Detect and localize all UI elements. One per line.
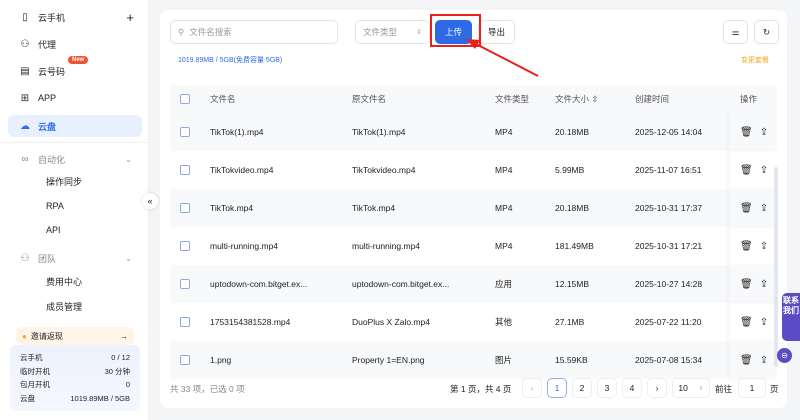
filter-settings-button[interactable]: ⚌ [723,20,748,44]
prev-page-button[interactable]: ‹ [522,378,542,398]
cloud-upload-icon[interactable]: ⇪ [760,279,768,290]
cell: 2025-07-22 11:20 [635,317,702,327]
cell: 20.18MB [555,127,590,137]
cell: 5.99MB [555,165,585,175]
cloud-upload-icon[interactable]: ⇪ [760,317,768,328]
next-page-button[interactable]: › [647,378,667,398]
cell: 2025-10-31 17:21 [635,241,703,251]
cell: MP4 [495,127,513,137]
table-row: 1.png Property 1=EN.png 图片 15.59KB 2025-07-0… [170,341,777,379]
table-row: 1753154381528.mp4 DuoPlus X Zalo.mp4 其他 27.… [170,303,777,341]
refresh-button[interactable]: ↻ [754,20,779,44]
cell: 1.png [210,355,232,365]
row-checkbox[interactable] [180,127,190,137]
cell: uptodown-com.bitget.ex... [210,279,308,289]
row-checkbox[interactable] [180,279,190,289]
table-row: multi-running.mp4 multi-running.mp4 MP4 181… [170,227,777,265]
cloud-upload-icon[interactable]: ⇪ [760,165,768,176]
cloud-upload-icon[interactable]: ⇪ [760,203,768,214]
cell: 20.18MB [555,203,590,213]
chat-icon[interactable]: ⊖ [777,348,792,363]
row-checkbox[interactable] [180,317,190,327]
scrollbar[interactable] [774,167,778,367]
contact-us-button[interactable]: 联系我们 [782,293,800,341]
page-2[interactable]: 2 [572,378,592,398]
sliders-icon: ⚌ [731,26,740,37]
file-table: 文件名 原文件名 文件类型 文件大小 ⇳ 创建时间 操作 TikTok(1).m… [170,85,777,379]
row-checkbox[interactable] [180,241,190,251]
cell: 1753154381528.mp4 [210,317,291,327]
cell: uptodown-com.bitget.ex... [352,279,450,289]
table-row: uptodown-com.bitget.ex... uptodown-com.bi… [170,265,777,303]
cell: TikTok.mp4 [352,203,396,213]
cell: MP4 [495,203,513,213]
delete-icon[interactable]: 🗑 [740,279,753,290]
cloud-upload-icon[interactable]: ⇪ [760,241,768,252]
cell: 图片 [495,355,513,365]
cell: TikTok(1).mp4 [210,127,264,137]
cloud-upload-icon[interactable]: ⇪ [760,127,768,138]
delete-icon[interactable]: 🗑 [740,203,753,214]
cell: 2025-12-05 14:04 [635,127,703,137]
cell: multi-running.mp4 [352,241,421,251]
goto-page-input[interactable]: 1 [738,378,766,398]
select-all-checkbox[interactable] [180,94,190,104]
cell: DuoPlus X Zalo.mp4 [352,317,430,327]
cell: 12.15MB [555,279,590,289]
delete-icon[interactable]: 🗑 [740,241,753,252]
cell: Property 1=EN.png [352,355,425,365]
sort-size-header[interactable]: 文件大小 ⇳ [555,93,599,105]
table-header: 文件名 原文件名 文件类型 文件大小 ⇳ 创建时间 操作 [170,85,777,113]
cell: 2025-11-07 16:51 [635,165,702,175]
pagination-bar: 共 33 项，已选 0 项 第 1 页，共 4 页 ‹ 1 2 3 4 › 10… [170,378,779,400]
page-size-select[interactable]: 10 ⇳ [672,378,710,398]
delete-icon[interactable]: 🗑 [740,127,753,138]
row-checkbox[interactable] [180,165,190,175]
refresh-icon: ↻ [762,26,771,37]
change-plan-link[interactable]: 变更套餐 [741,55,769,65]
cell: 应用 [495,279,513,289]
delete-icon[interactable]: 🗑 [740,355,753,366]
cell: MP4 [495,241,513,251]
cell: 2025-10-27 14:28 [635,279,703,289]
cell: 2025-07-08 15:34 [635,355,703,365]
cell: TikTok.mp4 [210,203,254,213]
delete-icon[interactable]: 🗑 [740,165,753,176]
page-4[interactable]: 4 [622,378,642,398]
cell: MP4 [495,165,513,175]
table-row: TikTokvideo.mp4 TikTokvideo.mp4 MP4 5.99MB 2… [170,151,777,189]
cell: 27.1MB [555,317,585,327]
delete-icon[interactable]: 🗑 [740,317,753,328]
table-row: TikTok(1).mp4 TikTok(1).mp4 MP4 20.18MB 2025… [170,113,777,151]
cell: 181.49MB [555,241,594,251]
page-1[interactable]: 1 [547,378,567,398]
cell: multi-running.mp4 [210,241,279,251]
row-checkbox[interactable] [180,355,190,365]
cell: TikTok(1).mp4 [352,127,406,137]
row-checkbox[interactable] [180,203,190,213]
cell: 2025-10-31 17:37 [635,203,703,213]
cell: TikTokvideo.mp4 [352,165,416,175]
cell: TikTokvideo.mp4 [210,165,274,175]
cell: 其他 [495,317,513,327]
page-3[interactable]: 3 [597,378,617,398]
table-row: TikTok.mp4 TikTok.mp4 MP4 20.18MB 2025-10-31… [170,189,777,227]
storage-info: 1019.89MB / 5GB(免费容量 5GB) 变更套餐 [178,55,769,65]
cell: 15.59KB [555,355,588,365]
cloud-upload-icon[interactable]: ⇪ [760,355,768,366]
